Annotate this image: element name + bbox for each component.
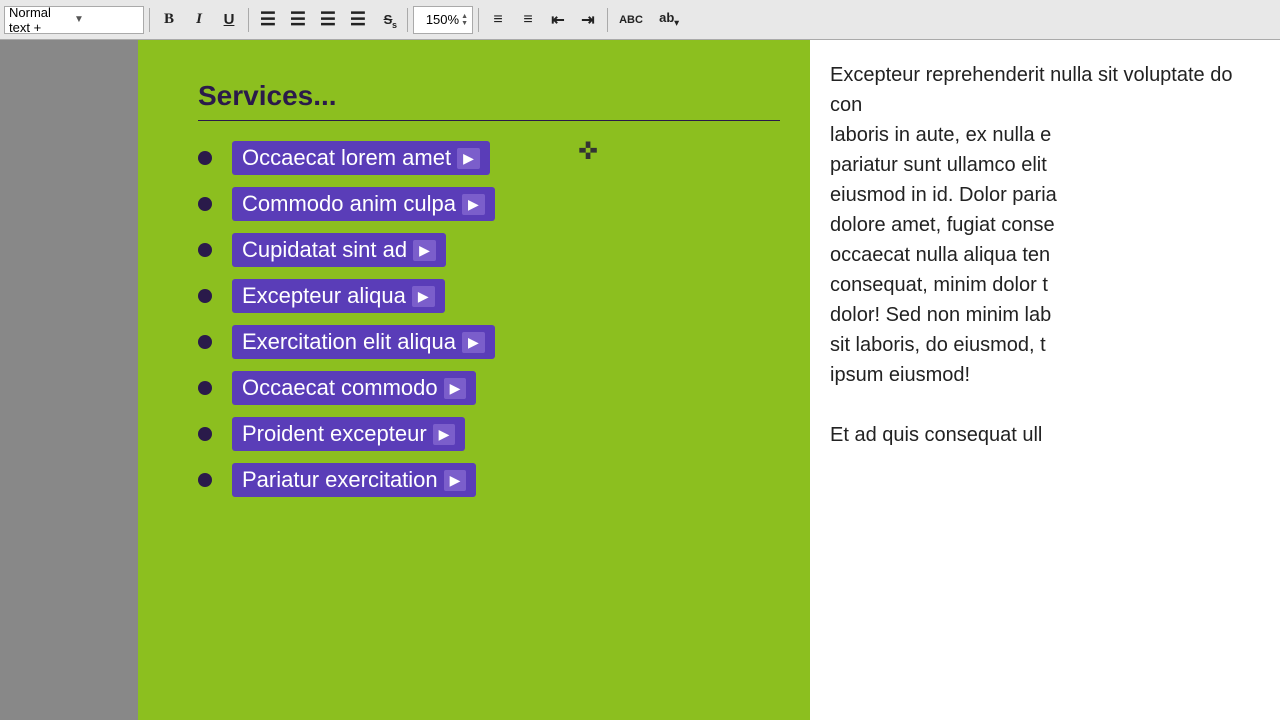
format-button[interactable]: ab▾ — [651, 6, 687, 34]
bullet-icon — [198, 289, 212, 303]
content-area: ✜ Services... Occaecat lorem amet▶Commod… — [0, 40, 1280, 720]
list-item: Commodo anim culpa ▶ — [198, 187, 780, 221]
toolbar: Normal text + ▼ B I U ☰ ☰ ☰ ☰ Ss 150% ▲ … — [0, 0, 1280, 40]
green-panel: ✜ Services... Occaecat lorem amet▶Commod… — [138, 40, 810, 720]
italic-button[interactable]: I — [185, 6, 213, 34]
service-arrow-button[interactable]: ▶ — [413, 240, 436, 261]
service-link[interactable]: Cupidatat sint ad ▶ — [232, 233, 446, 267]
separator-5 — [607, 8, 608, 32]
unordered-list-button[interactable]: ≡ — [484, 6, 512, 34]
service-arrow-button[interactable]: ▶ — [462, 194, 485, 215]
service-link-label: Pariatur exercitation — [242, 467, 438, 493]
list-item: Pariatur exercitation ▶ — [198, 463, 780, 497]
services-title: Services... — [198, 80, 780, 121]
outdent-button[interactable]: ⇤ — [544, 6, 572, 34]
service-link[interactable]: Commodo anim culpa ▶ — [232, 187, 495, 221]
list-item: Occaecat commodo ▶ — [198, 371, 780, 405]
align-center-button[interactable]: ☰ — [284, 6, 312, 34]
underline-button[interactable]: U — [215, 6, 243, 34]
right-panel-text: Excepteur reprehenderit nulla sit volupt… — [830, 60, 1260, 390]
service-link-label: Excepteur aliqua — [242, 283, 406, 309]
service-arrow-button[interactable]: ▶ — [433, 424, 456, 445]
list-item: Exercitation elit aliqua ▶ — [198, 325, 780, 359]
right-panel-text-2: Et ad quis consequat ull — [830, 420, 1260, 450]
list-item: Occaecat lorem amet ▶ — [198, 141, 780, 175]
service-link[interactable]: Occaecat commodo ▶ — [232, 371, 476, 405]
spellcheck-label: ABC — [619, 14, 643, 26]
style-selector-arrow: ▼ — [74, 14, 139, 25]
align-justify-button[interactable]: ☰ — [344, 6, 372, 34]
service-link-label: Occaecat commodo — [242, 375, 438, 401]
service-link[interactable]: Occaecat lorem amet ▶ — [232, 141, 490, 175]
bullet-icon — [198, 335, 212, 349]
separator-1 — [149, 8, 150, 32]
bullet-icon — [198, 473, 212, 487]
service-link-label: Proident excepteur — [242, 421, 427, 447]
zoom-down-icon[interactable]: ▼ — [461, 20, 468, 27]
align-right-button[interactable]: ☰ — [314, 6, 342, 34]
service-link[interactable]: Exercitation elit aliqua ▶ — [232, 325, 495, 359]
service-link-label: Exercitation elit aliqua — [242, 329, 456, 355]
separator-3 — [407, 8, 408, 32]
service-arrow-button[interactable]: ▶ — [412, 286, 435, 307]
format-label: ab▾ — [659, 10, 679, 29]
style-selector-label: Normal text + — [9, 5, 74, 35]
service-link[interactable]: Pariatur exercitation ▶ — [232, 463, 476, 497]
zoom-control[interactable]: 150% ▲ ▼ — [413, 6, 473, 34]
zoom-arrows[interactable]: ▲ ▼ — [461, 13, 468, 27]
service-link-label: Occaecat lorem amet — [242, 145, 451, 171]
service-arrow-button[interactable]: ▶ — [444, 378, 467, 399]
bullet-icon — [198, 197, 212, 211]
separator-4 — [478, 8, 479, 32]
list-item: Excepteur aliqua ▶ — [198, 279, 780, 313]
bullet-icon — [198, 381, 212, 395]
right-panel: Excepteur reprehenderit nulla sit volupt… — [810, 40, 1280, 720]
align-left-button[interactable]: ☰ — [254, 6, 282, 34]
service-link-label: Cupidatat sint ad — [242, 237, 407, 263]
service-link[interactable]: Excepteur aliqua ▶ — [232, 279, 445, 313]
indent-button[interactable]: ⇥ — [574, 6, 602, 34]
bullet-icon — [198, 151, 212, 165]
list-item: Cupidatat sint ad ▶ — [198, 233, 780, 267]
services-list: Occaecat lorem amet▶Commodo anim culpa▶C… — [198, 141, 780, 497]
ordered-list-button[interactable]: ≡ — [514, 6, 542, 34]
left-margin — [0, 40, 138, 720]
spellcheck-button[interactable]: ABC — [613, 6, 649, 34]
separator-2 — [248, 8, 249, 32]
bullet-icon — [198, 427, 212, 441]
service-link[interactable]: Proident excepteur ▶ — [232, 417, 465, 451]
strikethrough-button[interactable]: Ss — [374, 6, 402, 34]
service-arrow-button[interactable]: ▶ — [444, 470, 467, 491]
list-item: Proident excepteur ▶ — [198, 417, 780, 451]
zoom-value: 150% — [418, 12, 459, 27]
service-link-label: Commodo anim culpa — [242, 191, 456, 217]
service-arrow-button[interactable]: ▶ — [457, 148, 480, 169]
zoom-up-icon[interactable]: ▲ — [461, 13, 468, 20]
bold-button[interactable]: B — [155, 6, 183, 34]
style-selector[interactable]: Normal text + ▼ — [4, 6, 144, 34]
bullet-icon — [198, 243, 212, 257]
service-arrow-button[interactable]: ▶ — [462, 332, 485, 353]
